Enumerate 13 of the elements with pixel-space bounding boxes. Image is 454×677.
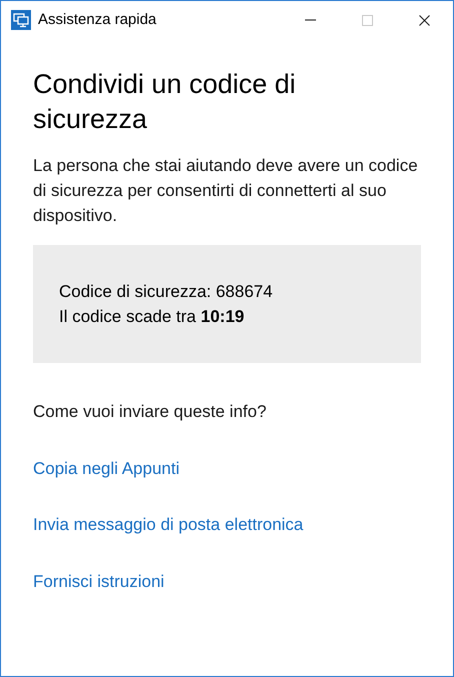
remote-desktop-icon [11,10,31,30]
option-link[interactable]: Copia negli Appunti [33,456,180,481]
option-link[interactable]: Invia messaggio di posta elettronica [33,512,304,538]
security-code-text: Codice di sicurezza: 688674 [59,281,274,303]
window-title: Assistenza rapida [38,10,158,30]
close-icon [419,14,430,26]
expiry-text: Il codice scade tra 10:19 [59,306,246,328]
question-text: Come vuoi inviare queste info? [33,401,268,423]
maximize-icon [362,14,373,26]
description-text: La persona che stai aiutando deve avere un codice di sicurezza per consentirti di connetterti al suo dispositivo. [33,155,418,227]
option-link[interactable]: Fornisci istruzioni [33,568,164,594]
page-heading: Condividi un codice di sicurezza [33,68,297,136]
minimize-icon [305,19,316,21]
